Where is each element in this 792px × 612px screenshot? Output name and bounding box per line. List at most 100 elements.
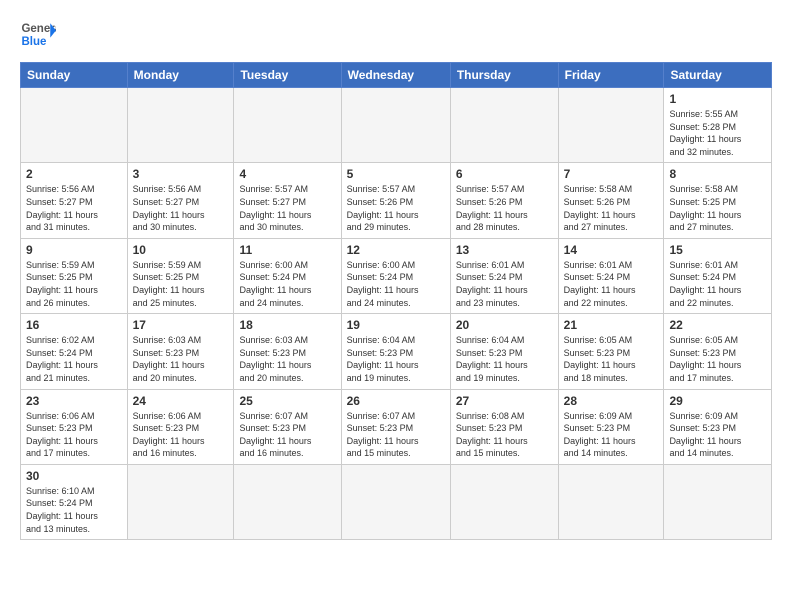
day-number: 19	[347, 318, 445, 332]
calendar-cell: 13Sunrise: 6:01 AM Sunset: 5:24 PM Dayli…	[450, 238, 558, 313]
day-number: 29	[669, 394, 766, 408]
day-number: 23	[26, 394, 122, 408]
calendar-cell: 22 Sunrise: 6:05 AM Sunset: 5:23 PM Dayli…	[664, 314, 772, 389]
day-info: Sunrise: 6:09 AM Sunset: 5:23 PM Dayligh…	[669, 410, 766, 460]
weekday-header-saturday: Saturday	[664, 63, 772, 88]
day-number: 21	[564, 318, 659, 332]
calendar-cell	[341, 88, 450, 163]
calendar-cell: 8 Sunrise: 5:58 AM Sunset: 5:25 PM Daylig…	[664, 163, 772, 238]
day-number: 22	[669, 318, 766, 332]
day-number: 2	[26, 167, 122, 181]
weekday-header-sunday: Sunday	[21, 63, 128, 88]
calendar-cell: 26Sunrise: 6:07 AM Sunset: 5:23 PM Dayli…	[341, 389, 450, 464]
day-info: Sunrise: 6:05 AM Sunset: 5:23 PM Dayligh…	[669, 334, 766, 384]
day-number: 15	[669, 243, 766, 257]
day-info: Sunrise: 6:05 AM Sunset: 5:23 PM Dayligh…	[564, 334, 659, 384]
calendar-cell: 5Sunrise: 5:57 AM Sunset: 5:26 PM Daylig…	[341, 163, 450, 238]
day-info: Sunrise: 6:06 AM Sunset: 5:23 PM Dayligh…	[133, 410, 229, 460]
svg-text:Blue: Blue	[21, 36, 47, 48]
calendar-cell	[450, 88, 558, 163]
day-number: 14	[564, 243, 659, 257]
weekday-header-friday: Friday	[558, 63, 664, 88]
day-info: Sunrise: 5:57 AM Sunset: 5:26 PM Dayligh…	[347, 183, 445, 233]
calendar-cell: 11 Sunrise: 6:00 AM Sunset: 5:24 PM Dayli…	[234, 238, 341, 313]
day-number: 7	[564, 167, 659, 181]
calendar-cell: 30 Sunrise: 6:10 AM Sunset: 5:24 PM Dayli…	[21, 464, 128, 539]
day-number: 18	[239, 318, 335, 332]
calendar-cell	[234, 88, 341, 163]
day-number: 8	[669, 167, 766, 181]
weekday-header-thursday: Thursday	[450, 63, 558, 88]
calendar-cell: 25Sunrise: 6:07 AM Sunset: 5:23 PM Dayli…	[234, 389, 341, 464]
calendar-cell: 7 Sunrise: 5:58 AM Sunset: 5:26 PM Daylig…	[558, 163, 664, 238]
calendar-cell	[558, 464, 664, 539]
day-number: 4	[239, 167, 335, 181]
day-info: Sunrise: 5:57 AM Sunset: 5:26 PM Dayligh…	[456, 183, 553, 233]
day-info: Sunrise: 6:08 AM Sunset: 5:23 PM Dayligh…	[456, 410, 553, 460]
day-info: Sunrise: 6:03 AM Sunset: 5:23 PM Dayligh…	[133, 334, 229, 384]
day-info: Sunrise: 5:55 AM Sunset: 5:28 PM Dayligh…	[669, 108, 766, 158]
day-number: 6	[456, 167, 553, 181]
calendar-table: SundayMondayTuesdayWednesdayThursdayFrid…	[20, 62, 772, 540]
day-info: Sunrise: 5:56 AM Sunset: 5:27 PM Dayligh…	[133, 183, 229, 233]
day-info: Sunrise: 6:04 AM Sunset: 5:23 PM Dayligh…	[456, 334, 553, 384]
weekday-header-monday: Monday	[127, 63, 234, 88]
day-number: 26	[347, 394, 445, 408]
day-info: Sunrise: 6:06 AM Sunset: 5:23 PM Dayligh…	[26, 410, 122, 460]
weekday-header-tuesday: Tuesday	[234, 63, 341, 88]
day-info: Sunrise: 6:10 AM Sunset: 5:24 PM Dayligh…	[26, 485, 122, 535]
calendar-cell: 24Sunrise: 6:06 AM Sunset: 5:23 PM Dayli…	[127, 389, 234, 464]
day-info: Sunrise: 5:58 AM Sunset: 5:26 PM Dayligh…	[564, 183, 659, 233]
calendar-cell: 27Sunrise: 6:08 AM Sunset: 5:23 PM Dayli…	[450, 389, 558, 464]
day-info: Sunrise: 6:09 AM Sunset: 5:23 PM Dayligh…	[564, 410, 659, 460]
day-info: Sunrise: 6:01 AM Sunset: 5:24 PM Dayligh…	[564, 259, 659, 309]
logo: General Blue	[20, 16, 56, 52]
calendar-cell: 12 Sunrise: 6:00 AM Sunset: 5:24 PM Dayli…	[341, 238, 450, 313]
day-info: Sunrise: 5:57 AM Sunset: 5:27 PM Dayligh…	[239, 183, 335, 233]
logo-icon: General Blue	[20, 16, 56, 52]
day-number: 10	[133, 243, 229, 257]
calendar-cell: 3 Sunrise: 5:56 AM Sunset: 5:27 PM Daylig…	[127, 163, 234, 238]
day-number: 20	[456, 318, 553, 332]
day-number: 28	[564, 394, 659, 408]
day-info: Sunrise: 5:59 AM Sunset: 5:25 PM Dayligh…	[26, 259, 122, 309]
page: General Blue SundayMondayTuesdayWednesda…	[0, 0, 792, 550]
calendar-cell: 14 Sunrise: 6:01 AM Sunset: 5:24 PM Dayli…	[558, 238, 664, 313]
day-number: 16	[26, 318, 122, 332]
calendar-cell: 29 Sunrise: 6:09 AM Sunset: 5:23 PM Dayli…	[664, 389, 772, 464]
day-info: Sunrise: 6:02 AM Sunset: 5:24 PM Dayligh…	[26, 334, 122, 384]
day-number: 25	[239, 394, 335, 408]
calendar-cell: 16 Sunrise: 6:02 AM Sunset: 5:24 PM Dayli…	[21, 314, 128, 389]
weekday-header-wednesday: Wednesday	[341, 63, 450, 88]
day-info: Sunrise: 6:03 AM Sunset: 5:23 PM Dayligh…	[239, 334, 335, 384]
calendar-cell	[127, 464, 234, 539]
calendar-cell: 15Sunrise: 6:01 AM Sunset: 5:24 PM Dayli…	[664, 238, 772, 313]
calendar-cell: 1 Sunrise: 5:55 AM Sunset: 5:28 PM Daylig…	[664, 88, 772, 163]
calendar-cell: 9 Sunrise: 5:59 AM Sunset: 5:25 PM Daylig…	[21, 238, 128, 313]
day-info: Sunrise: 5:59 AM Sunset: 5:25 PM Dayligh…	[133, 259, 229, 309]
day-number: 1	[669, 92, 766, 106]
calendar-cell: 28 Sunrise: 6:09 AM Sunset: 5:23 PM Dayli…	[558, 389, 664, 464]
calendar-cell	[127, 88, 234, 163]
day-info: Sunrise: 6:00 AM Sunset: 5:24 PM Dayligh…	[239, 259, 335, 309]
day-number: 12	[347, 243, 445, 257]
day-info: Sunrise: 6:00 AM Sunset: 5:24 PM Dayligh…	[347, 259, 445, 309]
calendar-cell: 4 Sunrise: 5:57 AM Sunset: 5:27 PM Daylig…	[234, 163, 341, 238]
calendar-cell: 10 Sunrise: 5:59 AM Sunset: 5:25 PM Dayli…	[127, 238, 234, 313]
day-number: 30	[26, 469, 122, 483]
calendar-cell	[234, 464, 341, 539]
calendar-cell: 18 Sunrise: 6:03 AM Sunset: 5:23 PM Dayli…	[234, 314, 341, 389]
day-number: 11	[239, 243, 335, 257]
calendar-cell: 6 Sunrise: 5:57 AM Sunset: 5:26 PM Daylig…	[450, 163, 558, 238]
day-number: 3	[133, 167, 229, 181]
calendar-cell: 17Sunrise: 6:03 AM Sunset: 5:23 PM Dayli…	[127, 314, 234, 389]
calendar-cell	[21, 88, 128, 163]
calendar-cell	[450, 464, 558, 539]
day-info: Sunrise: 6:04 AM Sunset: 5:23 PM Dayligh…	[347, 334, 445, 384]
day-number: 9	[26, 243, 122, 257]
day-info: Sunrise: 5:56 AM Sunset: 5:27 PM Dayligh…	[26, 183, 122, 233]
day-info: Sunrise: 5:58 AM Sunset: 5:25 PM Dayligh…	[669, 183, 766, 233]
calendar-cell	[341, 464, 450, 539]
calendar-cell: 20 Sunrise: 6:04 AM Sunset: 5:23 PM Dayli…	[450, 314, 558, 389]
calendar-cell: 23 Sunrise: 6:06 AM Sunset: 5:23 PM Dayli…	[21, 389, 128, 464]
